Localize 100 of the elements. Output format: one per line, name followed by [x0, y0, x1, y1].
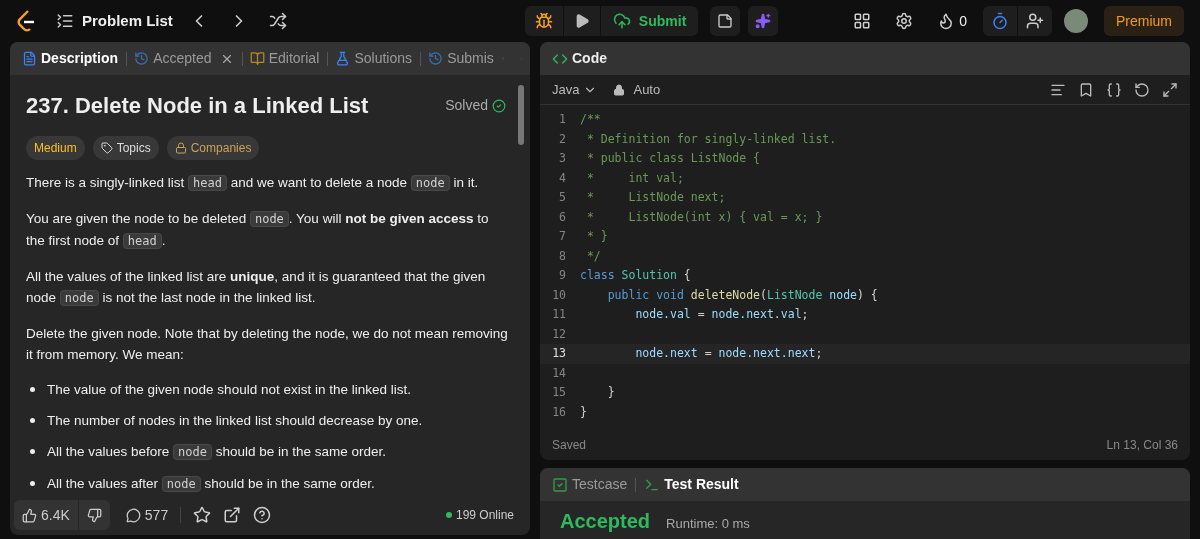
thumbs-up-icon	[22, 507, 37, 523]
tag-icon	[100, 142, 113, 154]
tag-button[interactable]: Companies	[166, 136, 260, 160]
description-paragraph: Delete the given node. Note that by deleting the node, we do not mean removing it from memory. We mean:	[26, 325, 509, 364]
line-number: 6	[558, 208, 567, 226]
history-icon	[134, 51, 150, 66]
problem-title: 237. Delete Node in a Linked List	[26, 92, 369, 120]
tab-label: Accepted	[153, 49, 212, 68]
tab-label: Testcase	[572, 475, 628, 494]
mode-label: Auto	[633, 80, 661, 99]
line-number: 8	[558, 247, 567, 265]
book-icon	[249, 51, 265, 66]
code-line: node.val = node.next.val;	[634, 306, 809, 323]
line-number: 3	[558, 150, 567, 167]
scrollbar[interactable]	[518, 85, 524, 145]
runtime-text: Runtime: 0 ms	[666, 514, 750, 533]
code-line: * int val;	[585, 169, 684, 187]
description-paragraph: You are given the node to be deleted node . You will not be given access to the first node of head .	[26, 210, 490, 251]
bullet-text: All the values after node should be in the same order.	[47, 475, 375, 494]
logo-icon[interactable]	[16, 10, 36, 32]
code-line: }	[580, 403, 587, 421]
bullet-text: All the values before node should be in the same order.	[47, 443, 387, 462]
avatar[interactable]	[1064, 9, 1088, 33]
line-number: 1	[558, 111, 567, 128]
star-icon[interactable]	[193, 506, 212, 524]
streak-count: 0	[959, 11, 967, 31]
line-number: 11	[551, 306, 567, 323]
code-line: * }	[585, 228, 608, 245]
tab-label: Test Result	[664, 475, 739, 494]
line-number: 13	[551, 345, 567, 362]
line-number: 16	[551, 403, 567, 421]
verdict-text: Accepted	[560, 509, 651, 533]
line-number: 10	[551, 286, 567, 304]
code-line: public void deleteNode(ListNode node) {	[606, 286, 878, 304]
reset-icon[interactable]	[1134, 81, 1150, 98]
code-line: * ListNode(int x) { val = x; }	[585, 208, 823, 226]
document-icon	[22, 51, 37, 66]
panel-tab[interactable]: Editorial	[245, 42, 324, 75]
line-number: 7	[558, 228, 567, 245]
braces-icon[interactable]	[1106, 81, 1122, 98]
panel-title: Code	[572, 49, 607, 68]
line-number: 2	[558, 130, 567, 148]
ai-button[interactable]	[748, 6, 779, 36]
upload-icon	[612, 12, 631, 30]
code-line: * ListNode next;	[585, 189, 726, 206]
note-icon	[717, 13, 734, 29]
code-line: */	[585, 247, 601, 265]
code-line: /**	[580, 111, 601, 128]
tag-button[interactable]: Topics	[92, 136, 159, 160]
thumbs-down-icon	[86, 507, 102, 523]
sparkles-icon	[755, 13, 772, 29]
line-number: 4	[558, 169, 567, 187]
help-icon[interactable]	[253, 506, 272, 524]
panel-tab[interactable]: Testcase	[552, 474, 628, 495]
description-paragraph: There is a singly-linked list head and we want to delete a node node in it.	[26, 174, 480, 193]
share-icon[interactable]	[223, 506, 242, 524]
stopwatch-icon	[991, 12, 1009, 30]
problem-list-link[interactable]: Problem List	[82, 9, 173, 33]
line-number: 9	[558, 267, 567, 284]
code-line: * public class ListNode {	[585, 150, 760, 167]
online-count: 199 Online	[455, 507, 514, 524]
settings-icon[interactable]	[895, 12, 914, 30]
line-number: 5	[558, 189, 567, 206]
history-icon	[428, 51, 444, 66]
difficulty-badge: Medium	[26, 136, 85, 160]
bookmark-icon[interactable]	[1078, 81, 1094, 98]
add-user-icon	[1026, 12, 1044, 30]
comment-icon	[125, 507, 141, 523]
code-line: node.next = node.next.next;	[634, 345, 823, 362]
tab-label: Editorial	[268, 49, 320, 68]
line-number: 15	[551, 384, 567, 401]
code-line: class Solution {	[580, 267, 691, 284]
lock-icon	[174, 142, 187, 154]
panel-tab[interactable]: Solutions	[331, 42, 416, 75]
line-number: 12	[551, 325, 567, 343]
checkbox-icon	[552, 476, 568, 493]
shuffle-icon[interactable]	[268, 12, 287, 30]
note-button[interactable]	[710, 6, 741, 36]
bullet-text: The number of nodes in the linked list should decrease by one.	[47, 412, 423, 430]
language-select[interactable]: Java	[552, 79, 598, 100]
line-number: 14	[551, 364, 567, 382]
comments-button[interactable]: 577	[125, 504, 169, 526]
description-paragraph: All the values of the linked list are unique, and it is guaranteed that the given node node is not the last node in the linked list.	[26, 268, 487, 308]
grid-icon[interactable]	[853, 12, 872, 30]
bug-icon	[534, 12, 553, 30]
panel-tab[interactable]: Accepted	[130, 42, 238, 75]
check-icon	[492, 98, 506, 113]
lock-icon	[613, 83, 626, 96]
tab-label: Solutions	[354, 49, 412, 68]
code-line: }	[606, 384, 615, 401]
panel-tab[interactable]: Description	[18, 42, 122, 75]
tab-label: Submis	[447, 49, 494, 68]
panel-tab[interactable]: Submis	[424, 42, 498, 75]
list-icon[interactable]	[56, 12, 74, 30]
tab-label: Description	[41, 49, 118, 68]
bullet-text: The value of the given node should not exist in the linked list.	[47, 381, 411, 399]
expand-icon[interactable]	[1162, 81, 1178, 98]
save-status: Saved	[552, 437, 587, 454]
premium-button[interactable]: Premium	[1104, 6, 1184, 36]
panel-tab[interactable]: Test Result	[644, 474, 739, 495]
